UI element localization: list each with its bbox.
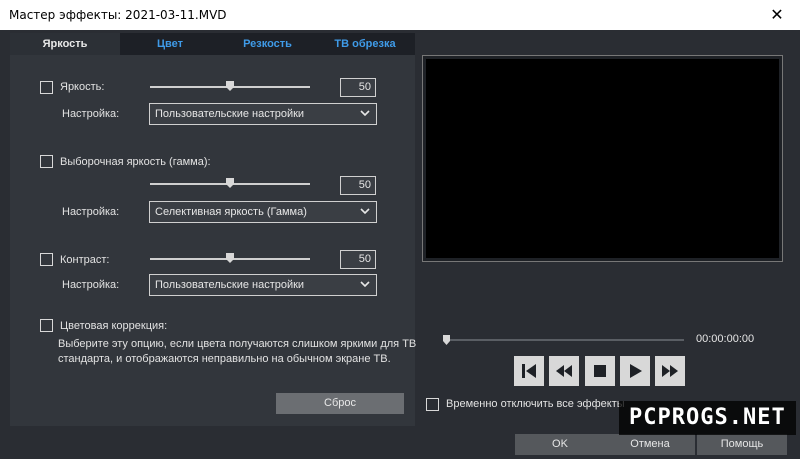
left-edge bbox=[0, 30, 10, 430]
gamma-preset-value: Селективная яркость (Гамма) bbox=[155, 206, 307, 218]
help-button[interactable]: Помощь bbox=[697, 434, 787, 455]
rewind-button[interactable] bbox=[549, 356, 579, 386]
brightness-checkbox[interactable] bbox=[40, 81, 53, 94]
contrast-preset-label: Настройка: bbox=[62, 279, 120, 291]
seek-thumb[interactable] bbox=[443, 335, 450, 345]
tab-brightness[interactable]: Яркость bbox=[10, 33, 120, 55]
contrast-value-input[interactable]: 50 bbox=[340, 250, 376, 269]
color-correction-description-line2: стандарта, и отображаются неправильно на… bbox=[58, 353, 391, 365]
preview-screen bbox=[426, 59, 779, 258]
timecode: 00:00:00:00 bbox=[696, 333, 755, 345]
color-correction-description-line1: Выберите эту опцию, если цвета получаютс… bbox=[58, 338, 417, 350]
gamma-value-input[interactable]: 50 bbox=[340, 176, 376, 195]
stop-button[interactable] bbox=[585, 356, 615, 386]
tab-tv-crop[interactable]: ТВ обрезка bbox=[315, 33, 415, 55]
skip-to-start-button[interactable] bbox=[514, 356, 544, 386]
brightness-value-input[interactable]: 50 bbox=[340, 78, 376, 97]
brightness-preset-select[interactable]: Пользовательские настройки bbox=[149, 103, 377, 125]
brightness-preset-label: Настройка: bbox=[62, 108, 120, 120]
disable-effects-checkbox[interactable] bbox=[426, 398, 439, 411]
contrast-preset-value: Пользовательские настройки bbox=[155, 279, 305, 291]
reset-button[interactable]: Сброс bbox=[276, 393, 404, 414]
close-icon[interactable]: ✕ bbox=[754, 0, 800, 30]
chevron-down-icon bbox=[360, 110, 370, 117]
disable-effects-label: Временно отключить все эффекты bbox=[446, 398, 625, 410]
chevron-down-icon bbox=[360, 281, 370, 288]
contrast-checkbox[interactable] bbox=[40, 253, 53, 266]
watermark: PCPROGS.NET bbox=[619, 401, 796, 435]
brightness-preset-value: Пользовательские настройки bbox=[155, 108, 305, 120]
title-bar: Мастер эффекты: 2021-03-11.MVD ✕ bbox=[0, 0, 800, 30]
ok-button[interactable]: OK bbox=[515, 434, 605, 455]
seek-bar[interactable] bbox=[444, 339, 684, 341]
contrast-preset-select[interactable]: Пользовательские настройки bbox=[149, 274, 377, 296]
gamma-label: Выборочная яркость (гамма): bbox=[60, 156, 211, 168]
color-correction-checkbox[interactable] bbox=[40, 319, 53, 332]
tab-sharpness[interactable]: Резкость bbox=[220, 33, 315, 55]
color-correction-label: Цветовая коррекция: bbox=[60, 320, 168, 332]
tab-color[interactable]: Цвет bbox=[120, 33, 220, 55]
cancel-button[interactable]: Отмена bbox=[605, 434, 695, 455]
fast-forward-button[interactable] bbox=[655, 356, 685, 386]
preview-frame bbox=[422, 55, 783, 262]
brightness-label: Яркость: bbox=[60, 81, 105, 93]
gamma-checkbox[interactable] bbox=[40, 155, 53, 168]
contrast-label: Контраст: bbox=[60, 254, 110, 266]
play-icon bbox=[630, 364, 642, 378]
fast-forward-icon bbox=[662, 365, 678, 377]
play-button[interactable] bbox=[620, 356, 650, 386]
tab-bar: Яркость Цвет Резкость ТВ обрезка bbox=[10, 33, 415, 55]
skip-to-start-icon bbox=[522, 364, 536, 378]
gamma-preset-label: Настройка: bbox=[62, 206, 120, 218]
chevron-down-icon bbox=[360, 208, 370, 215]
gamma-preset-select[interactable]: Селективная яркость (Гамма) bbox=[149, 201, 377, 223]
rewind-icon bbox=[556, 365, 572, 377]
stop-icon bbox=[594, 365, 606, 377]
window-title: Мастер эффекты: 2021-03-11.MVD bbox=[9, 8, 227, 22]
